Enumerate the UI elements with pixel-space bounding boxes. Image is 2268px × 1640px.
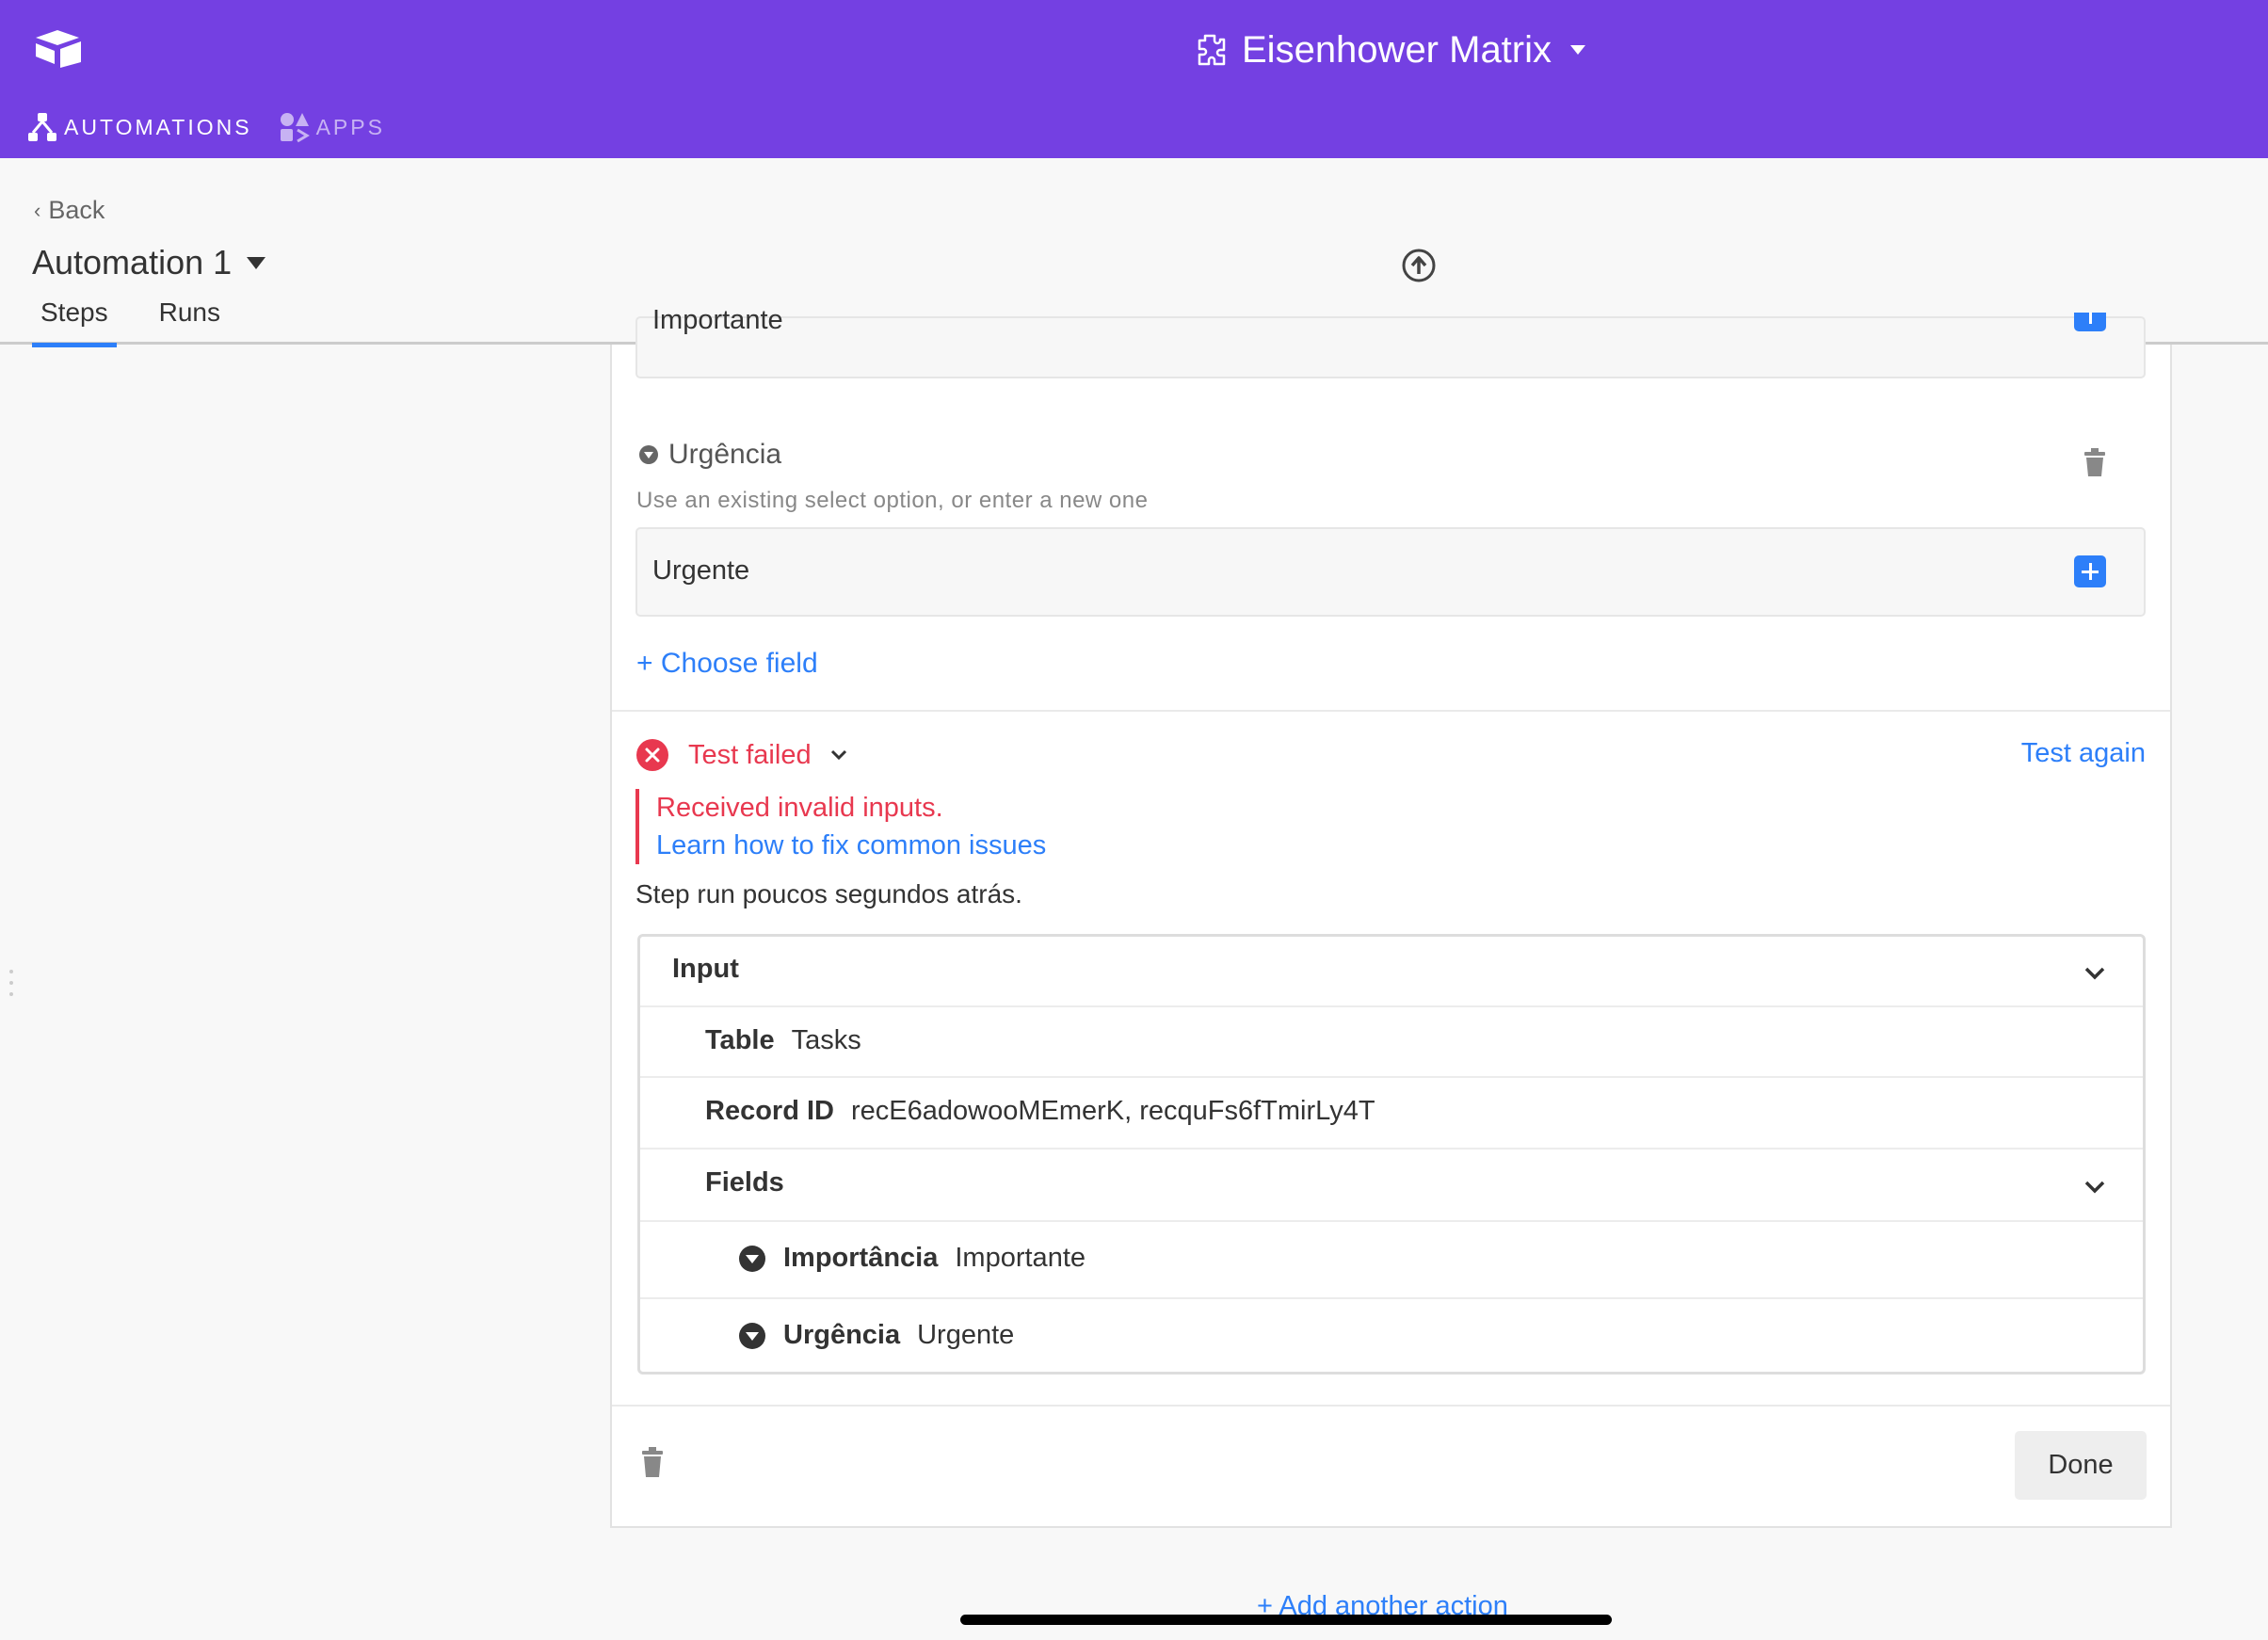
nav-tab-label: AUTOMATIONS (64, 114, 252, 139)
back-link[interactable]: ‹ Back (34, 196, 105, 225)
field-row: Importância Importante (640, 1222, 2143, 1299)
trash-icon[interactable] (642, 1447, 663, 1477)
base-title[interactable]: Eisenhower Matrix (1191, 24, 1586, 75)
test-status-text: Test failed (688, 739, 812, 770)
base-name: Eisenhower Matrix (1242, 28, 1552, 71)
input-value: Tasks (791, 1025, 861, 1055)
top-header: Eisenhower Matrix AUTOMATIONS APPS (0, 0, 2268, 158)
field-label-text: Urgência (668, 439, 782, 470)
nav-tab-label: APPS (315, 114, 385, 139)
field-row: Urgência Urgente (640, 1299, 2143, 1372)
field-hint: Use an existing select option, or enter … (636, 488, 1149, 513)
test-status-toggle[interactable]: Test failed (635, 738, 847, 772)
trash-icon[interactable] (2084, 448, 2105, 476)
insert-value-button[interactable] (2074, 555, 2106, 587)
input-key: Record ID (705, 1096, 834, 1126)
input-header-row[interactable]: Input (640, 937, 2143, 1007)
home-indicator (960, 1615, 1612, 1625)
help-link[interactable]: Learn how to fix common issues (656, 827, 1046, 864)
single-select-icon (739, 1245, 765, 1272)
input-panel: Input Table Tasks Record ID recE6adowooM… (637, 934, 2146, 1375)
puzzle-icon (1198, 34, 1226, 66)
insert-value-button[interactable] (2074, 313, 2106, 331)
field-key: Importância (783, 1243, 939, 1273)
divider (612, 710, 2170, 712)
input-key: Table (705, 1025, 775, 1055)
test-again-button[interactable]: Test again (2021, 738, 2146, 769)
input-row: Record ID recE6adowooMEmerK, recquFs6fTm… (640, 1078, 2143, 1150)
tab-runs[interactable]: Runs (151, 297, 229, 347)
caret-down-icon (247, 256, 266, 269)
upload-circle-icon[interactable] (1401, 248, 1437, 283)
error-block: Received invalid inputs. Learn how to fi… (635, 789, 1046, 864)
nav-tab-automations[interactable]: AUTOMATIONS (26, 111, 252, 143)
input-header: Input (672, 954, 739, 984)
error-circle-icon (636, 739, 668, 771)
automation-name-dropdown[interactable]: Automation 1 (32, 243, 266, 282)
chevron-left-icon: ‹ (34, 198, 41, 222)
field-value: Urgente (917, 1320, 1015, 1350)
field-value: Importante (955, 1243, 1086, 1273)
top-nav: AUTOMATIONS APPS (26, 111, 385, 143)
nav-tab-apps[interactable]: APPS (279, 111, 385, 143)
single-select-icon (639, 445, 658, 464)
divider (612, 1405, 2170, 1407)
back-label: Back (48, 196, 105, 224)
resize-handle[interactable] (9, 970, 15, 1007)
single-select-icon (739, 1322, 765, 1349)
field-value: Urgente (652, 555, 750, 586)
field-label-urgencia: Urgência (638, 439, 781, 471)
chevron-down-icon[interactable] (2084, 967, 2105, 980)
urgencia-value-field[interactable]: Urgente (635, 527, 2146, 617)
caret-down-icon (1570, 45, 1586, 55)
field-value: Importante (652, 305, 783, 335)
fields-header: Fields (705, 1167, 784, 1198)
automation-name: Automation 1 (32, 243, 233, 281)
step-run-time: Step run poucos segundos atrás. (635, 879, 1022, 908)
importancia-value-field[interactable]: Importante (635, 305, 2146, 378)
input-row: Table Tasks (640, 1007, 2143, 1078)
action-step-card: Importante Urgência Use an existing sele… (610, 305, 2172, 1528)
automations-icon (28, 113, 56, 141)
app-root: Eisenhower Matrix AUTOMATIONS APPS ‹ Bac… (0, 0, 2268, 1640)
chevron-down-icon[interactable] (2084, 1181, 2105, 1194)
chevron-down-icon (830, 749, 846, 761)
airtable-logo-icon[interactable] (32, 28, 83, 70)
done-button[interactable]: Done (2015, 1431, 2147, 1500)
field-key: Urgência (783, 1320, 901, 1350)
automation-tabs: Steps Runs (32, 297, 229, 347)
tab-steps[interactable]: Steps (32, 297, 117, 347)
fields-header-row[interactable]: Fields (640, 1150, 2143, 1222)
apps-icon (280, 113, 310, 143)
choose-field-link[interactable]: + Choose field (636, 648, 818, 680)
input-value: recE6adowooMEmerK, recquFs6fTmirLy4T (850, 1096, 1375, 1126)
error-message: Received invalid inputs. (656, 793, 943, 823)
